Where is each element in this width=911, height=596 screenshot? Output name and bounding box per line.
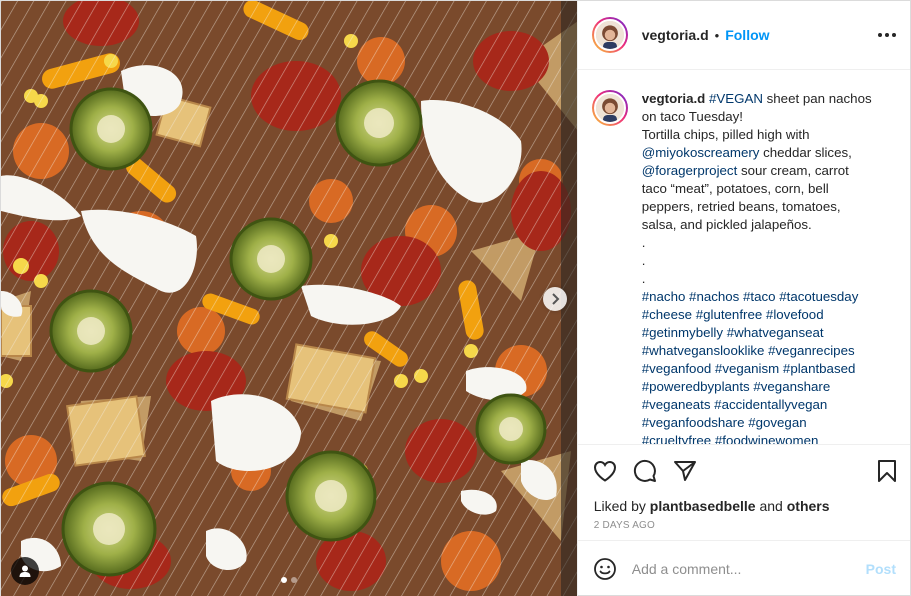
likes-middle: and	[755, 498, 787, 514]
user-tag-icon	[19, 565, 31, 577]
liked-by-user[interactable]: plantbasedbelle	[650, 498, 756, 514]
caption-dot: .	[641, 235, 646, 250]
chevron-right-icon	[552, 293, 560, 305]
smiley-icon	[593, 558, 616, 580]
instagram-post: vegtoria.d • Follow vegtoria.d #VEGAN sh…	[0, 0, 911, 596]
post-timestamp[interactable]: 2 DAYS AGO	[578, 516, 910, 538]
caption-avatar[interactable]	[591, 90, 628, 126]
mention-link[interactable]: @foragerproject	[642, 163, 738, 178]
caption-text: vegtoria.d #VEGAN sheet pan nachos on ta…	[642, 90, 874, 444]
comment-form: Post	[577, 540, 910, 596]
emoji-button[interactable]	[592, 556, 618, 582]
next-slide-button[interactable]	[543, 287, 567, 311]
follow-button[interactable]: Follow	[725, 27, 769, 43]
comment-icon	[633, 459, 656, 482]
paper-plane-icon	[673, 460, 696, 481]
nachos-photo	[1, 1, 577, 596]
post-sidebar: vegtoria.d • Follow vegtoria.d #VEGAN sh…	[576, 1, 910, 596]
caption-line: Tortilla chips, pilled high with	[641, 127, 810, 142]
comment-input[interactable]	[631, 561, 866, 577]
post-comment-button[interactable]: Post	[866, 561, 896, 577]
save-button[interactable]	[874, 458, 900, 484]
hashtag-list[interactable]: #nacho #nachos #taco #tacotuesday #chees…	[642, 288, 874, 444]
caption-line: cheddar slices,	[759, 145, 852, 160]
likes-summary: Liked by plantbasedbelle and others	[578, 496, 910, 516]
comment-button[interactable]	[632, 458, 658, 484]
header-separator: •	[714, 27, 720, 43]
more-options-icon[interactable]	[878, 33, 896, 37]
carousel-dot-active	[280, 577, 287, 583]
like-button[interactable]	[592, 458, 618, 484]
profile-photo-icon	[595, 21, 624, 49]
profile-photo-icon	[595, 94, 624, 122]
likes-prefix: Liked by	[593, 498, 650, 514]
bookmark-icon	[878, 459, 896, 482]
likes-others-link[interactable]: others	[787, 498, 830, 514]
hashtag-link[interactable]: #VEGAN	[709, 91, 763, 106]
share-button[interactable]	[672, 458, 698, 484]
carousel-dot	[290, 577, 297, 583]
header-username[interactable]: vegtoria.d	[642, 27, 709, 43]
post-photo[interactable]	[1, 1, 577, 596]
caption-dot: .	[641, 271, 646, 286]
caption-area: vegtoria.d #VEGAN sheet pan nachos on ta…	[578, 70, 910, 444]
mention-link[interactable]: @miyokoscreamery	[642, 145, 760, 160]
caption-username[interactable]: vegtoria.d	[642, 91, 706, 106]
caption-dot: .	[641, 253, 646, 268]
post-header: vegtoria.d • Follow	[577, 1, 910, 70]
avatar[interactable]	[591, 17, 628, 53]
heart-icon	[593, 460, 616, 482]
action-bar	[577, 444, 910, 496]
carousel-indicator	[1, 577, 577, 583]
